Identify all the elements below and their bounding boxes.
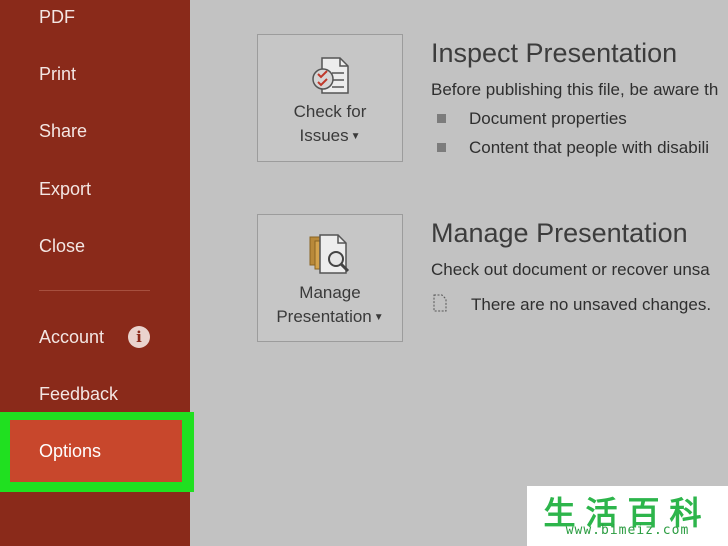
sidebar-item-feedback[interactable]: Feedback — [39, 379, 118, 409]
manage-presentation-button[interactable]: Manage Presentation ▼ — [257, 214, 403, 342]
check-for-issues-label-line1: Check for — [293, 102, 367, 121]
inspect-bullet-accessibility: Content that people with disabili — [469, 138, 710, 157]
document-small-icon — [433, 294, 447, 312]
check-for-issues-button[interactable]: Check for Issues ▼ — [257, 34, 403, 162]
sidebar-item-export[interactable]: Export — [39, 174, 91, 204]
sidebar-item-print[interactable]: Print — [39, 59, 76, 89]
sidebar-item-share[interactable]: Share — [39, 116, 87, 146]
sidebar-item-options[interactable]: Options — [10, 420, 182, 482]
info-icon[interactable]: i — [128, 326, 150, 348]
watermark: 生活百科 www.bimeiz.com — [527, 486, 728, 546]
sidebar-divider — [39, 290, 150, 291]
manage-presentation-label-line2: Presentation ▼ — [276, 307, 384, 326]
checklist-document-icon — [312, 57, 349, 94]
inspect-presentation-title: Inspect Presentation — [431, 38, 678, 68]
manage-presentation-description: Check out document or recover unsa — [431, 260, 710, 279]
sidebar-item-pdf[interactable]: PDF — [39, 2, 75, 32]
check-for-issues-label-line2: Issues ▼ — [299, 126, 361, 145]
bullet-icon — [437, 114, 446, 123]
sidebar-item-close[interactable]: Close — [39, 231, 85, 261]
bullet-icon — [437, 143, 446, 152]
inspect-bullet-document-properties: Document properties — [469, 109, 627, 128]
sidebar-item-account[interactable]: Account — [39, 322, 104, 352]
magnifier-documents-icon — [309, 234, 350, 274]
watermark-url: www.bimeiz.com — [565, 523, 690, 538]
manage-presentation-title: Manage Presentation — [431, 218, 688, 248]
dropdown-caret-icon: ▼ — [373, 311, 384, 323]
unsaved-changes-status: There are no unsaved changes. — [471, 295, 712, 314]
dropdown-caret-icon: ▼ — [350, 130, 361, 142]
inspect-presentation-description: Before publishing this file, be aware th — [431, 80, 719, 99]
manage-presentation-label-line1: Manage — [299, 283, 361, 302]
